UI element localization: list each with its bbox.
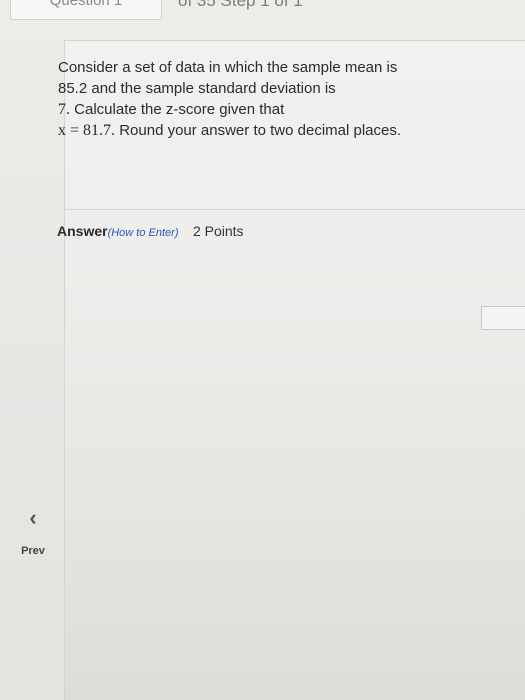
question-text: Consider a set of data in which the samp… <box>58 57 498 141</box>
question-tab[interactable]: Question 1 <box>10 0 162 20</box>
points-label: 2 Points <box>192 223 244 239</box>
question-line-4: x = 81.7. Round your answer to two decim… <box>58 120 498 141</box>
sd-value: 7. <box>58 101 70 118</box>
left-rail: ‹ Prev <box>0 40 65 700</box>
question-line-3-text: Calculate the z-score given that <box>74 101 285 118</box>
step-label: of 35 Step 1 of 1 <box>178 0 303 10</box>
question-line-2: 85.2 and the sample standard deviation i… <box>58 80 336 97</box>
answer-label: Answer <box>57 223 108 239</box>
prev-label: Prev <box>21 545 45 557</box>
top-bar: Question 1 of 35 Step 1 of 1 <box>0 0 525 41</box>
prev-button[interactable]: ‹ Prev <box>12 505 54 565</box>
question-line-1: Consider a set of data in which the samp… <box>58 59 398 76</box>
how-to-enter-link[interactable]: (How to Enter) <box>108 227 179 239</box>
answer-input[interactable] <box>481 306 525 330</box>
question-line-3: 7. Calculate the z-score given that <box>58 99 498 120</box>
x-value-math: x = 81.7. <box>58 122 116 139</box>
question-line-4-text: Round your answer to two decimal places. <box>119 122 402 139</box>
chevron-left-icon: ‹ <box>29 505 37 530</box>
question-panel: Consider a set of data in which the samp… <box>57 41 525 700</box>
question-box: Consider a set of data in which the samp… <box>58 41 525 210</box>
answer-row: Answer(How to Enter) 2 Points <box>57 223 244 241</box>
